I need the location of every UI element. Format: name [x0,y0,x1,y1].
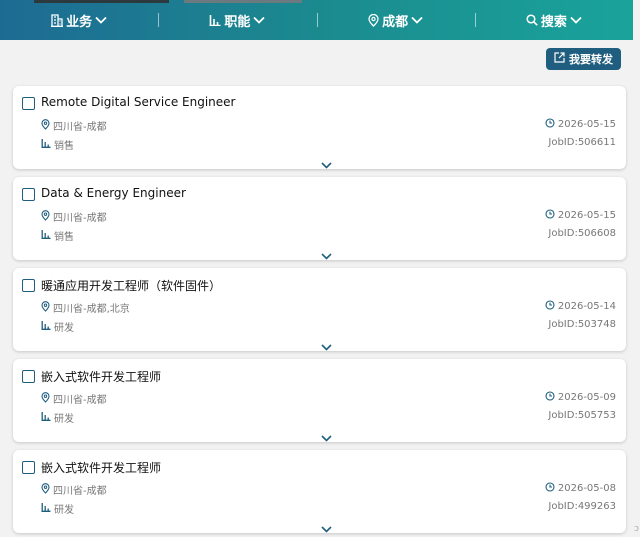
clock-icon [545,209,555,222]
nav-search-dropdown[interactable]: 搜索 [474,0,633,40]
expand-chevron-icon[interactable] [321,154,332,173]
scroll-edge-mark: ͻ [634,524,639,534]
forward-job-label: 我要转发 [569,53,613,66]
chevron-down-icon [570,16,582,24]
job-location-text: 四川省-成都 [53,122,107,133]
chevron-down-icon [95,16,107,24]
job-date-text: 2026-05-15 [557,210,616,221]
nav-function-label: 职能 [224,14,251,30]
job-category-text: 销售 [54,141,74,152]
job-location-text: 四川省-成都 [53,395,107,406]
expand-chevron-icon[interactable] [321,245,332,264]
job-location: 四川省-成都 [41,482,107,497]
location-pin-icon [41,118,50,133]
clock-icon [545,300,555,313]
job-select-checkbox[interactable] [22,370,35,383]
clock-icon [545,391,555,404]
job-location: 四川省-成都,北京 [41,300,130,315]
job-category-text: 研发 [54,323,74,334]
clock-icon [545,118,555,131]
job-date: 2026-05-08 [545,482,616,495]
bar-chart-icon [41,411,51,424]
chevron-down-icon [253,16,266,24]
job-date-text: 2026-05-09 [557,392,616,403]
search-icon [526,14,538,26]
job-location-text: 四川省-成都 [53,213,107,224]
expand-chevron-icon[interactable] [321,518,332,537]
nav-city-label: 成都 [382,14,409,30]
job-card[interactable]: 嵌入式软件开发工程师 四川省-成都 研发 2026-05-08 JobID:49… [13,450,626,533]
building-icon [51,13,64,27]
job-category: 研发 [41,319,74,334]
job-category: 销售 [41,228,74,243]
chevron-down-icon [411,16,423,24]
job-title[interactable]: 嵌入式软件开发工程师 [41,459,161,476]
top-nav-bar: 业务 职能 成都 搜索 [0,0,633,40]
job-select-checkbox[interactable] [22,97,35,110]
job-card[interactable]: Data & Energy Engineer 四川省-成都 销售 2026-05… [13,177,626,260]
job-list: Remote Digital Service Engineer 四川省-成都 销… [13,86,626,537]
bar-chart-icon [209,14,221,26]
clock-icon [545,482,555,495]
job-id: JobID:503748 [548,319,616,330]
job-date: 2026-05-09 [545,391,616,404]
job-card[interactable]: 暖通应用开发工程师（软件固件） 四川省-成都,北京 研发 2026-05-14 … [13,268,626,351]
job-title[interactable]: Data & Energy Engineer [41,186,186,200]
job-location: 四川省-成都 [41,391,107,406]
job-category: 研发 [41,410,74,425]
share-icon [554,52,565,66]
job-location: 四川省-成都 [41,118,107,133]
nav-business-label: 业务 [66,14,93,30]
job-date-text: 2026-05-15 [557,119,616,130]
job-select-checkbox[interactable] [22,188,35,201]
job-category-text: 研发 [54,505,74,516]
job-date: 2026-05-15 [545,209,616,222]
job-card[interactable]: Remote Digital Service Engineer 四川省-成都 销… [13,86,626,169]
bar-chart-icon [41,229,51,242]
job-date-text: 2026-05-14 [557,301,616,312]
job-select-checkbox[interactable] [22,279,35,292]
job-id: JobID:499263 [548,501,616,512]
job-category-text: 销售 [54,232,74,243]
location-pin-icon [41,482,50,497]
nav-business-dropdown[interactable]: 业务 [0,0,158,40]
nav-search-label: 搜索 [540,14,567,30]
job-category: 研发 [41,501,74,516]
expand-chevron-icon[interactable] [321,427,332,446]
expand-chevron-icon[interactable] [321,336,332,355]
nav-city-dropdown[interactable]: 成都 [316,0,475,40]
job-card[interactable]: 嵌入式软件开发工程师 四川省-成都 研发 2026-05-09 JobID:50… [13,359,626,442]
job-category: 销售 [41,137,74,152]
job-date-text: 2026-05-08 [557,483,616,494]
location-pin-icon [41,209,50,224]
forward-job-button[interactable]: 我要转发 [546,48,621,70]
bar-chart-icon [41,502,51,515]
bar-chart-icon [41,138,51,151]
job-id: JobID:506608 [548,228,616,239]
job-location: 四川省-成都 [41,209,107,224]
job-title[interactable]: 暖通应用开发工程师（软件固件） [41,277,221,294]
job-title[interactable]: 嵌入式软件开发工程师 [41,368,161,385]
job-select-checkbox[interactable] [22,461,35,474]
job-category-text: 研发 [54,414,74,425]
location-pin-icon [41,391,50,406]
job-date: 2026-05-15 [545,118,616,131]
job-title[interactable]: Remote Digital Service Engineer [41,95,235,109]
job-id: JobID:506611 [548,137,616,148]
bar-chart-icon [41,320,51,333]
location-pin-icon [41,300,50,315]
job-id: JobID:505753 [548,410,616,421]
job-location-text: 四川省-成都 [53,486,107,497]
job-location-text: 四川省-成都,北京 [53,304,130,315]
location-pin-icon [368,13,379,27]
job-date: 2026-05-14 [545,300,616,313]
nav-function-dropdown[interactable]: 职能 [158,0,316,40]
